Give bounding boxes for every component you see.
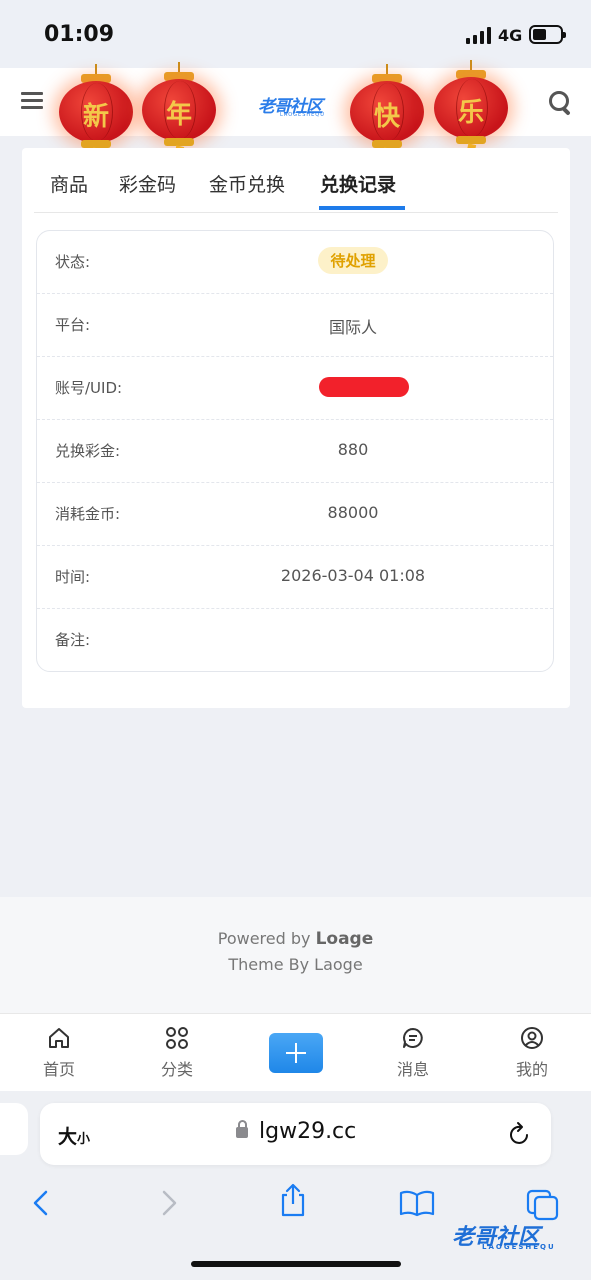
theme-credit: Theme By Laoge xyxy=(228,955,363,974)
powered-by-link[interactable]: Loage xyxy=(316,929,374,949)
record-row-time: 时间: 2026-03-04 01:08 xyxy=(37,546,553,609)
home-indicator xyxy=(191,1261,401,1267)
exchange-panel: 商品 彩金码 金币兑换 兑换记录 状态: 待处理 平台: 国际人 账号/UID:… xyxy=(22,148,570,708)
signal-icon xyxy=(466,26,491,44)
lock-icon xyxy=(236,1120,248,1138)
address-bar[interactable]: 大小 lgw29.cc xyxy=(40,1103,551,1165)
nav-messages[interactable]: 消息 xyxy=(363,1014,463,1092)
previous-tab[interactable] xyxy=(0,1103,28,1155)
plus-icon[interactable] xyxy=(269,1033,323,1073)
coins-label: 消耗金币: xyxy=(55,505,121,523)
status-bar: 01:09 4G xyxy=(0,0,591,68)
tabs-icon[interactable] xyxy=(526,1189,560,1221)
watermark-logo: 老哥社区 LAOGESHEQU xyxy=(452,1225,556,1251)
exchange-record-card: 状态: 待处理 平台: 国际人 账号/UID: 兑换彩金: 880 消耗金币: … xyxy=(36,230,554,672)
platform-label: 平台: xyxy=(55,316,91,334)
active-tab-indicator xyxy=(319,206,405,210)
home-icon xyxy=(49,1028,69,1048)
account-redaction xyxy=(319,377,409,397)
time-value: 2026-03-04 01:08 xyxy=(280,566,426,585)
text-size-button[interactable]: 大小 xyxy=(58,1122,90,1149)
reload-icon[interactable] xyxy=(508,1121,532,1147)
record-row-status: 状态: 待处理 xyxy=(37,231,553,294)
nav-home[interactable]: 首页 xyxy=(9,1014,109,1092)
bookmarks-icon[interactable] xyxy=(399,1189,435,1217)
battery-icon xyxy=(529,25,566,44)
tab-bonus-code[interactable]: 彩金码 xyxy=(119,170,176,197)
record-row-note: 备注: xyxy=(37,609,553,672)
nav-profile[interactable]: 我的 xyxy=(482,1014,582,1092)
search-icon[interactable] xyxy=(548,90,574,116)
tab-exchange-records[interactable]: 兑换记录 xyxy=(320,170,396,197)
tab-bar: 商品 彩金码 金币兑换 兑换记录 xyxy=(34,148,558,213)
platform-value: 国际人 xyxy=(328,318,377,337)
user-icon xyxy=(521,1027,543,1049)
status-time: 01:09 xyxy=(44,22,115,47)
tab-products[interactable]: 商品 xyxy=(50,170,88,197)
record-row-platform: 平台: 国际人 xyxy=(37,294,553,357)
note-label: 备注: xyxy=(55,631,91,649)
network-type: 4G xyxy=(498,26,523,45)
powered-by: Powered by Loage xyxy=(217,929,374,949)
back-icon[interactable] xyxy=(30,1189,52,1217)
forward-icon[interactable] xyxy=(158,1189,180,1217)
record-row-account: 账号/UID: xyxy=(37,357,553,420)
site-logo[interactable]: 老哥社区 LAOGESHEQU xyxy=(258,90,334,118)
share-icon[interactable] xyxy=(278,1183,308,1217)
bottom-nav: 首页 分类 消息 我的 xyxy=(0,1013,591,1091)
coins-value: 88000 xyxy=(327,503,379,522)
message-icon xyxy=(403,1028,423,1048)
site-footer: Powered by Loage Theme By Laoge xyxy=(0,897,591,1013)
menu-icon[interactable] xyxy=(21,92,43,110)
account-label: 账号/UID: xyxy=(55,379,123,397)
record-row-coins: 消耗金币: 88000 xyxy=(37,483,553,546)
url-text[interactable]: lgw29.cc xyxy=(259,1119,356,1144)
status-badge: 待处理 xyxy=(318,247,388,274)
time-label: 时间: xyxy=(55,568,91,586)
record-row-bonus: 兑换彩金: 880 xyxy=(37,420,553,483)
grid-icon xyxy=(166,1027,188,1049)
tab-coin-exchange[interactable]: 金币兑换 xyxy=(209,170,285,197)
browser-chrome: 大小 lgw29.cc 老哥社区 LAOGESHEQU xyxy=(0,1091,591,1280)
nav-category[interactable]: 分类 xyxy=(127,1014,227,1092)
bonus-label: 兑换彩金: xyxy=(55,442,121,460)
bonus-value: 880 xyxy=(337,440,369,459)
status-label: 状态: xyxy=(55,253,91,271)
